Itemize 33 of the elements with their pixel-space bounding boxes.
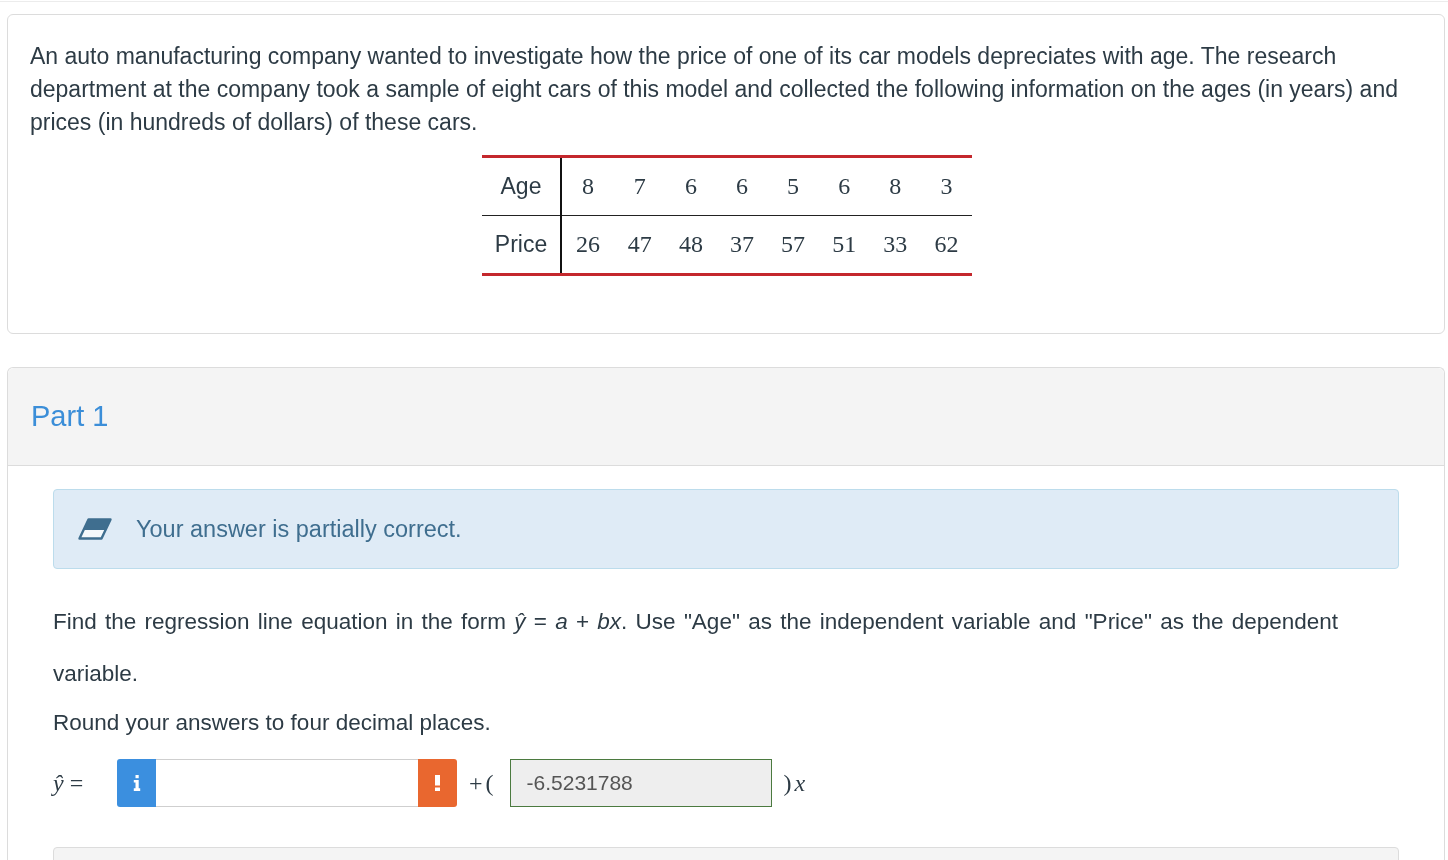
table-cell: 62 xyxy=(920,215,972,275)
table-cell: 47 xyxy=(614,215,666,275)
instruction-text: Round your answers to four decimal places. xyxy=(53,709,492,737)
error-button[interactable] xyxy=(418,759,457,807)
info-button[interactable] xyxy=(117,759,156,807)
table-cell: 6 xyxy=(818,156,870,216)
table-cell: 8 xyxy=(561,156,615,216)
row-header: Age xyxy=(482,156,561,216)
table-cell: 48 xyxy=(665,215,717,275)
info-icon xyxy=(132,775,141,791)
answer-field[interactable]: -6.5231788 xyxy=(509,759,772,807)
table-cell: 5 xyxy=(767,156,819,216)
table-cell: 37 xyxy=(716,215,768,275)
equation-text: +( xyxy=(469,769,497,797)
question-text: Find the regression line equation in the form ŷ = a + bx. Use "Age" as the independent variable and "Price" as the dependent variable. xyxy=(53,608,1340,688)
eraser-icon xyxy=(78,518,112,540)
table-cell: 6 xyxy=(665,156,717,216)
table-cell: 57 xyxy=(767,215,819,275)
table-cell: 33 xyxy=(869,215,921,275)
equation-text: )x xyxy=(783,769,809,797)
equation-text: ŷ = xyxy=(53,769,85,797)
table-cell: 3 xyxy=(920,156,972,216)
problem-text: An auto manufacturing company wanted to investigate how the price of one of its car models depreciates with age. The research department at the company took a sample of eight cars of this model and collected the following information on the ages (in years) and prices (in hundreds of dollars) of these cars. xyxy=(30,42,1399,137)
table-cell: 6 xyxy=(716,156,768,216)
table-cell: 26 xyxy=(561,215,615,275)
table-cell: 51 xyxy=(818,215,870,275)
feedback-text: Your answer is partially correct. xyxy=(136,515,462,543)
row-header: Price xyxy=(482,215,561,275)
exclamation-icon xyxy=(435,775,440,791)
answer-field[interactable] xyxy=(156,759,418,807)
table-cell: 7 xyxy=(614,156,666,216)
table-cell: 8 xyxy=(869,156,921,216)
part-title: Part 1 xyxy=(31,400,109,433)
